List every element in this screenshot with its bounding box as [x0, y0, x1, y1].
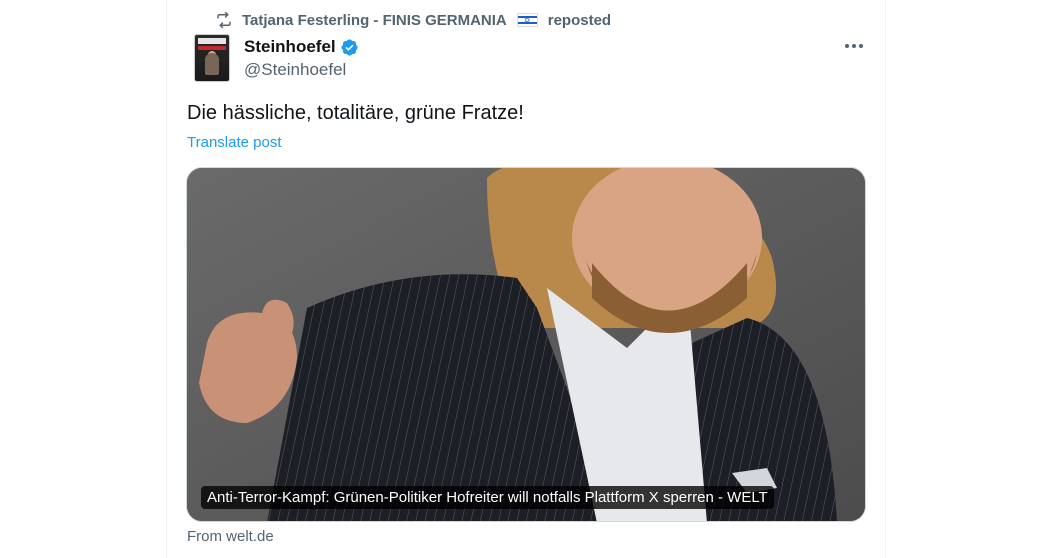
repost-icon [214, 10, 234, 30]
link-card[interactable]: Anti-Terror-Kampf: Grünen-Politiker Hofr… [186, 167, 866, 522]
avatar[interactable] [194, 34, 230, 82]
author-display-name[interactable]: Steinhoefel [244, 37, 336, 57]
author-name-row[interactable]: Steinhoefel [244, 36, 359, 58]
post-text: Die hässliche, totalitäre, grüne Fratze! [187, 102, 524, 124]
repost-user[interactable]: Tatjana Festerling - FINIS GERMANIA [242, 12, 507, 29]
israel-flag-icon: ✡ [516, 13, 538, 27]
repost-suffix: reposted [547, 11, 612, 29]
verified-badge-icon [341, 38, 358, 56]
more-icon [845, 44, 849, 48]
link-source[interactable]: From welt.de [187, 528, 274, 545]
more-options-button[interactable] [840, 34, 868, 58]
link-card-caption: Anti-Terror-Kampf: Grünen-Politiker Hofr… [201, 486, 774, 509]
more-icon-dot [859, 44, 863, 48]
more-icon-dot [852, 44, 856, 48]
translate-post-link[interactable]: Translate post [187, 134, 282, 151]
repost-indicator[interactable]: Tatjana Festerling - FINIS GERMANIA ✡ re… [214, 10, 611, 30]
author-handle[interactable]: @Steinhoefel [244, 60, 346, 80]
link-card-image [187, 168, 865, 521]
